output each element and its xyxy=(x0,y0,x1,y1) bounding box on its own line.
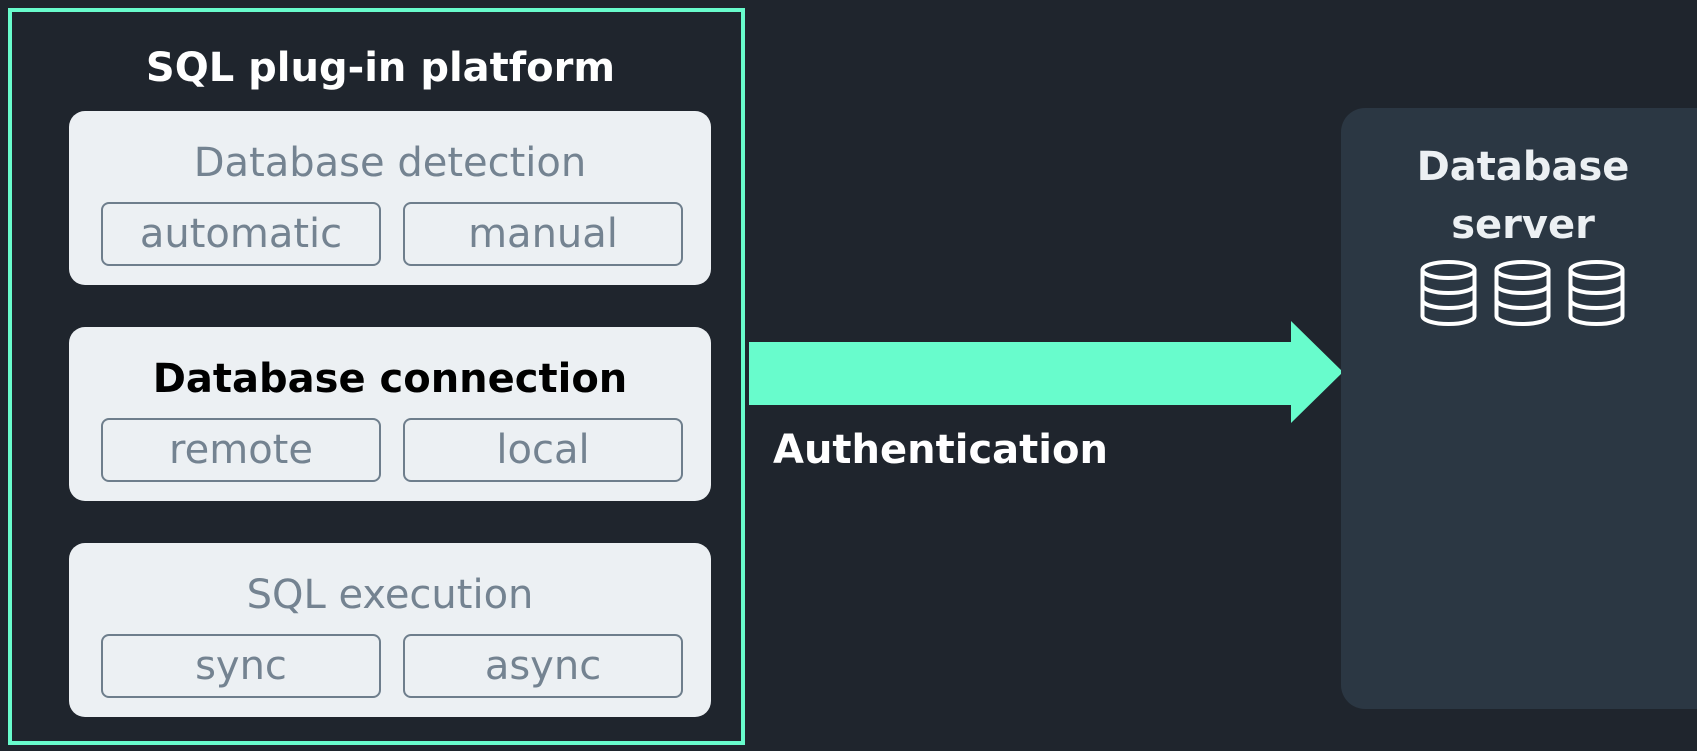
database-server-title-line1: Database xyxy=(1416,144,1630,190)
option-sync: sync xyxy=(101,634,381,698)
database-connection-title: Database connection xyxy=(152,356,628,402)
database-icon xyxy=(1494,260,1551,326)
database-detection-title: Database detection xyxy=(193,140,587,186)
database-server-panel: Database server xyxy=(1341,108,1697,709)
sql-plugin-platform-panel: SQL plug-in platform Database detection … xyxy=(8,8,745,745)
database-connection-card: Database connection remote local xyxy=(69,327,711,501)
platform-title: SQL plug-in platform xyxy=(145,45,616,91)
option-manual: manual xyxy=(403,202,683,266)
sql-execution-title: SQL execution xyxy=(246,572,534,618)
database-server-title: Database server xyxy=(1341,138,1697,254)
arrow-shape xyxy=(749,321,1343,423)
option-automatic: automatic xyxy=(101,202,381,266)
option-local: local xyxy=(403,418,683,482)
option-remote: remote xyxy=(101,418,381,482)
database-icon xyxy=(1568,260,1625,326)
authentication-label: Authentication xyxy=(773,427,1108,473)
database-detection-card: Database detection automatic manual xyxy=(69,111,711,285)
sql-execution-card: SQL execution sync async xyxy=(69,543,711,717)
database-icons xyxy=(1419,260,1626,326)
option-async: async xyxy=(403,634,683,698)
authentication-arrow xyxy=(749,321,1343,423)
database-server-title-line2: server xyxy=(1451,202,1595,248)
database-icon xyxy=(1420,260,1477,326)
